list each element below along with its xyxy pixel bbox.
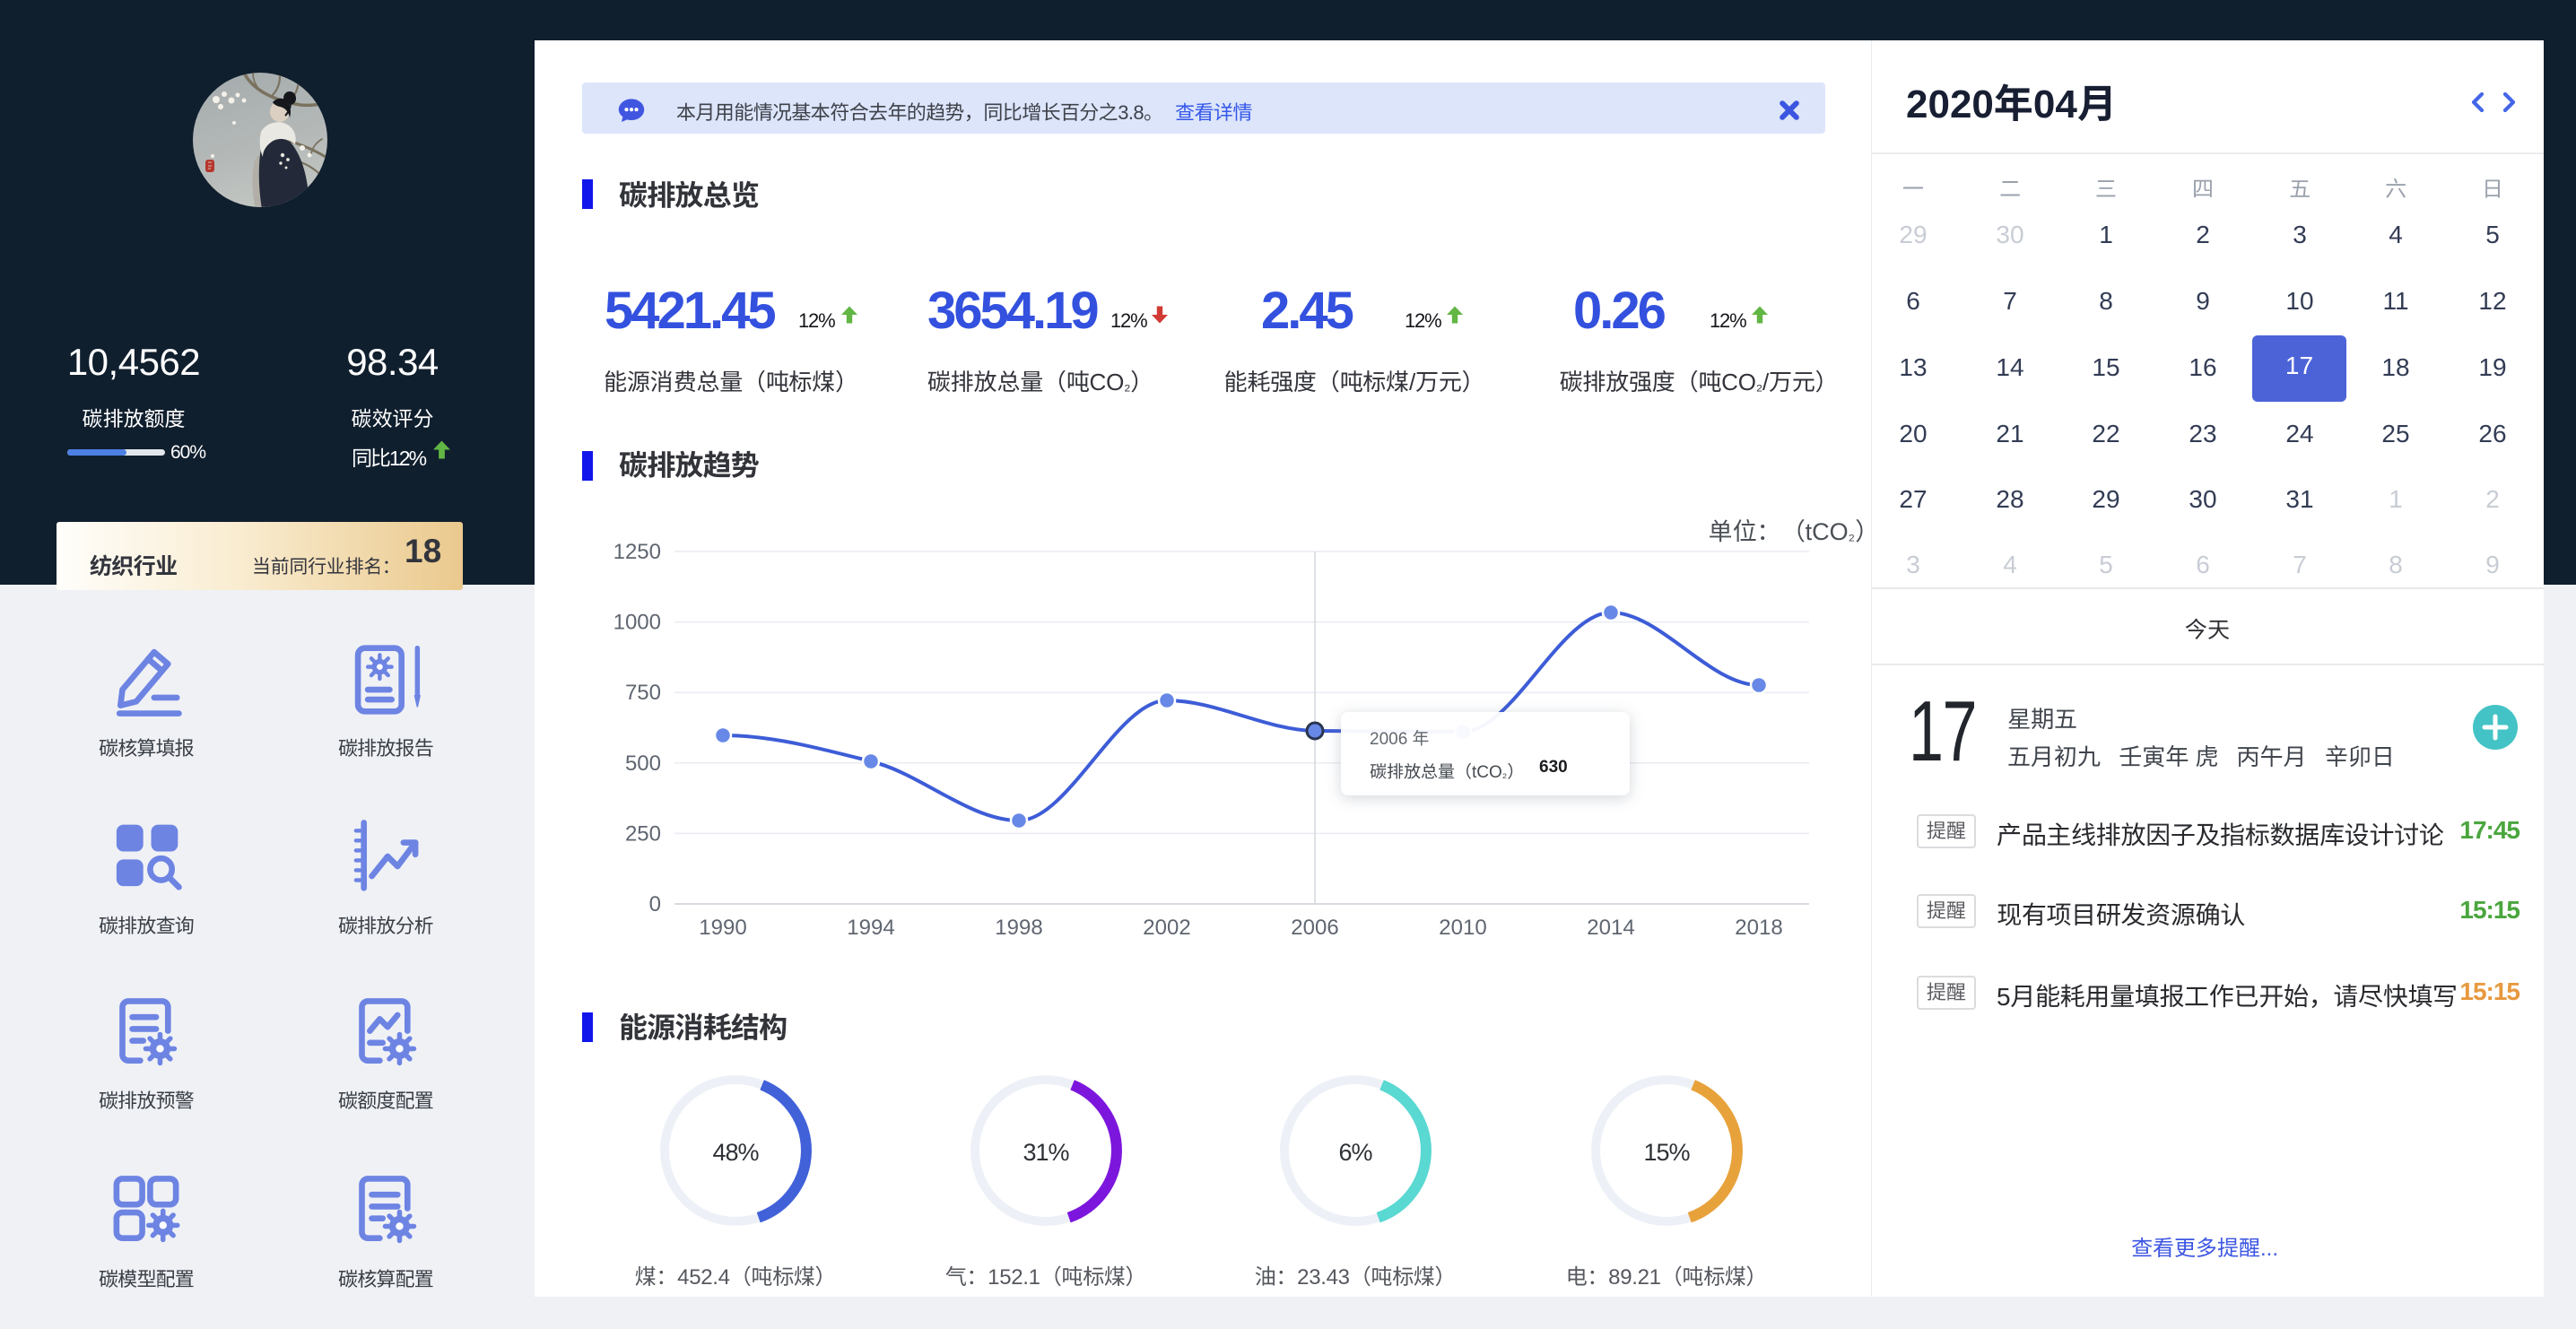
svg-text:0: 0: [649, 892, 661, 916]
svg-text:2002: 2002: [1143, 916, 1190, 940]
svg-text:500: 500: [625, 751, 661, 776]
svg-text:1250: 1250: [614, 540, 661, 564]
svg-text:1990: 1990: [699, 916, 746, 940]
svg-text:2018: 2018: [1735, 916, 1782, 940]
svg-text:1998: 1998: [995, 916, 1042, 940]
svg-text:750: 750: [625, 681, 661, 705]
svg-text:2006: 2006: [1291, 916, 1338, 940]
svg-text:2014: 2014: [1587, 916, 1634, 940]
svg-text:1994: 1994: [847, 916, 894, 940]
svg-text:250: 250: [625, 821, 661, 846]
svg-text:2010: 2010: [1439, 916, 1486, 940]
svg-text:1000: 1000: [614, 611, 661, 635]
